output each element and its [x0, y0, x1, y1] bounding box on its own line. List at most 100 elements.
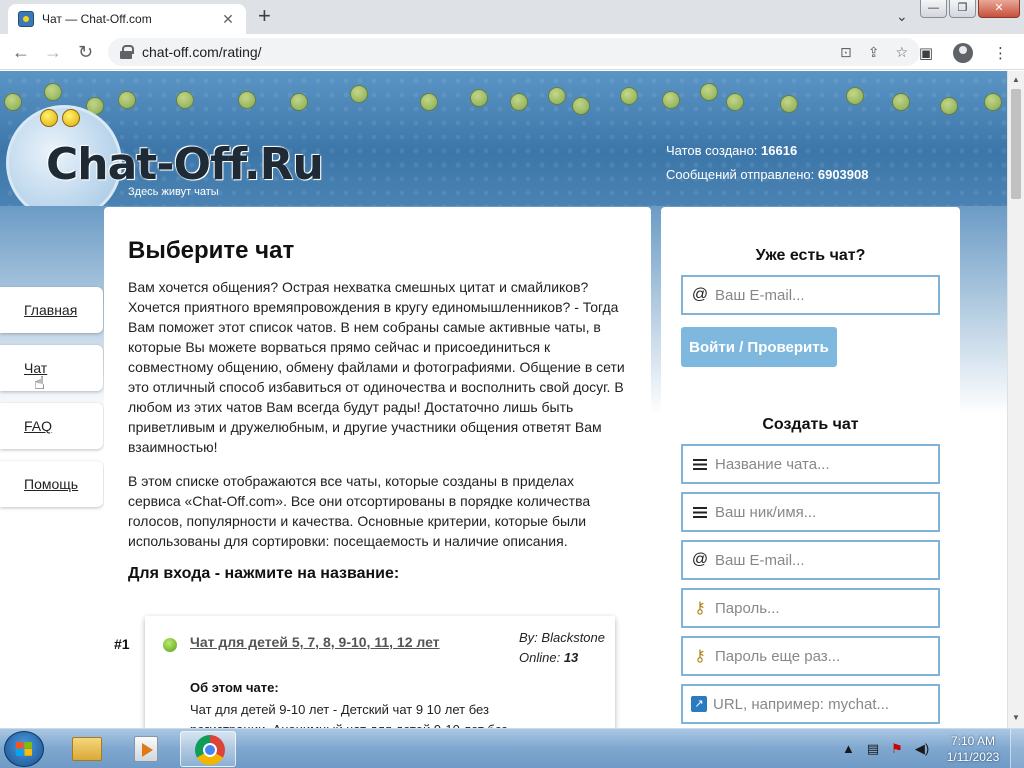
scroll-up-arrow-icon[interactable]: ▲ [1012, 75, 1020, 84]
address-bar[interactable]: chat-off.com/rating/ ⊡ ⇪ ☆ [108, 38, 920, 66]
restore-button[interactable]: ❐ [949, 0, 976, 18]
side-panel-icon[interactable]: ▣ [919, 44, 933, 62]
smiley-icon [846, 87, 864, 105]
url-text[interactable]: chat-off.com/rating/ [142, 44, 262, 60]
minimize-button[interactable]: — [920, 0, 947, 18]
smiley-icon [984, 93, 1002, 111]
menu-item-faq[interactable]: FAQ [0, 403, 103, 449]
show-hidden-icons-icon[interactable]: ▲ [842, 741, 855, 757]
menu-item-label[interactable]: Помощь [24, 476, 78, 492]
network-icon[interactable]: ▤ [867, 741, 879, 757]
translate-icon[interactable]: ⊡ [840, 44, 852, 61]
chat-author: Blackstone [541, 630, 605, 645]
bookmark-star-icon[interactable]: ☆ [895, 44, 908, 61]
windows-taskbar: ▲ ▤ ⚑ ◀) 7:10 AM 1/11/2023 [0, 728, 1024, 768]
profile-avatar-icon[interactable] [953, 43, 973, 63]
enter-hint-heading: Для входа - нажмите на название: [128, 565, 400, 582]
taskbar-clock[interactable]: 7:10 AM 1/11/2023 [940, 733, 1006, 765]
reload-icon[interactable]: ↻ [78, 42, 93, 62]
chat-card: Чат для детей 5, 7, 8, 9-10, 11, 12 лет … [145, 616, 615, 728]
smiley-icon [40, 109, 58, 127]
site-tagline: Здесь живут чаты [128, 186, 219, 198]
volume-icon[interactable]: ◀) [915, 741, 929, 757]
system-tray: ▲ ▤ ⚑ ◀) [842, 741, 929, 757]
menu-item-label[interactable]: FAQ [24, 418, 52, 434]
logo-smileys [40, 109, 86, 129]
close-window-button[interactable]: ✕ [978, 0, 1020, 18]
tab-search-chevron-icon[interactable]: ⌄ [896, 8, 908, 25]
show-desktop-button[interactable] [1010, 729, 1024, 768]
new-tab-button[interactable]: + [258, 5, 271, 27]
address-bar-actions: ⊡ ⇪ ☆ [840, 44, 908, 61]
smiley-icon [548, 87, 566, 105]
chats-created-label: Чатов создано: [666, 143, 758, 158]
scrollbar-thumb[interactable] [1011, 89, 1021, 199]
chat-name-input[interactable] [715, 455, 935, 473]
menu-item-chat[interactable]: Чат [0, 345, 103, 391]
url-field[interactable]: ↗ [681, 684, 940, 724]
nickname-input[interactable] [715, 503, 935, 521]
password-field[interactable]: ⚷ [681, 588, 940, 628]
page-title: Выберите чат [128, 237, 295, 264]
smiley-icon [4, 93, 22, 111]
close-tab-icon[interactable]: ✕ [220, 11, 236, 28]
page-scrollbar[interactable]: ▲ ▼ [1007, 71, 1024, 728]
smiley-icon [700, 83, 718, 101]
toolbar-right: ▣ ⋮ [919, 43, 1008, 63]
login-email-field[interactable]: @ [681, 275, 940, 315]
smiley-icon [572, 97, 590, 115]
share-icon[interactable]: ⇪ [868, 44, 880, 61]
scroll-down-arrow-icon[interactable]: ▼ [1012, 713, 1020, 722]
browser-tab[interactable]: Чат — Chat-Off.com ✕ [8, 4, 246, 34]
browser-toolbar: ← → ↻ chat-off.com/rating/ ⊡ ⇪ ☆ ▣ ⋮ [0, 34, 1024, 70]
site-favicon-icon [18, 11, 34, 27]
url-input[interactable] [713, 695, 933, 713]
smiley-icon [940, 97, 958, 115]
login-heading: Уже есть чат? [755, 247, 866, 264]
side-panel: Уже есть чат? @ Войти / Проверить Создат… [661, 207, 960, 728]
key-icon: ⚷ [694, 648, 706, 665]
nickname-field[interactable] [681, 492, 940, 532]
smiley-icon [470, 89, 488, 107]
menu-item-label[interactable]: Главная [24, 302, 77, 318]
menu-item-home[interactable]: Главная [0, 287, 103, 333]
password-repeat-field[interactable]: ⚷ [681, 636, 940, 676]
password-repeat-input[interactable] [715, 647, 935, 665]
create-email-field[interactable]: @ [681, 540, 940, 580]
smiley-icon [44, 83, 62, 101]
messages-sent-value: 6903908 [817, 167, 869, 182]
intro-paragraph: Вам хочется общения? Острая нехватка сме… [128, 279, 625, 455]
folder-icon [72, 737, 102, 761]
chat-name-link[interactable]: Чат для детей 5, 7, 8, 9-10, 11, 12 лет [190, 634, 440, 650]
smiley-icon [662, 91, 680, 109]
create-email-input[interactable] [715, 551, 935, 569]
key-icon: ⚷ [694, 600, 706, 617]
browser-tab-bar: Чат — Chat-Off.com ✕ + ⌄ — ❐ ✕ [0, 0, 1024, 34]
create-chat-heading: Создать чат [762, 416, 859, 433]
tab-title: Чат — Chat-Off.com [42, 12, 152, 26]
explorer-taskbar-button[interactable] [58, 731, 114, 767]
smiley-icon [726, 93, 744, 111]
lock-icon[interactable] [120, 45, 134, 59]
site-stats: Чатов создано: 16616 Сообщений отправлен… [666, 139, 868, 187]
chat-meta: By: Blackstone Online: 13 [519, 628, 605, 668]
smiley-icon [118, 91, 136, 109]
login-email-input[interactable] [715, 286, 935, 304]
site-logo[interactable]: Chat-Off.Ru [46, 139, 324, 190]
back-arrow-icon[interactable]: ← [12, 42, 30, 62]
chat-name-field[interactable] [681, 444, 940, 484]
menu-item-help[interactable]: Помощь [0, 461, 103, 507]
about-chat-text: Чат для детей 9-10 лет - Детский чат 9 1… [190, 702, 508, 728]
media-player-taskbar-button[interactable] [118, 731, 174, 767]
menu-kebab-icon[interactable]: ⋮ [993, 44, 1008, 62]
action-center-flag-icon[interactable]: ⚑ [891, 741, 903, 757]
media-player-icon [134, 736, 158, 762]
start-button[interactable] [4, 731, 44, 767]
list-description-paragraph: В этом списке отображаются все чаты, кот… [128, 473, 591, 549]
password-input[interactable] [715, 599, 935, 617]
forward-arrow-icon[interactable]: → [44, 42, 62, 62]
chrome-taskbar-button[interactable] [180, 731, 236, 767]
clock-date: 1/11/2023 [946, 750, 1000, 764]
at-sign-icon: @ [691, 286, 709, 303]
login-button[interactable]: Войти / Проверить [681, 327, 837, 367]
